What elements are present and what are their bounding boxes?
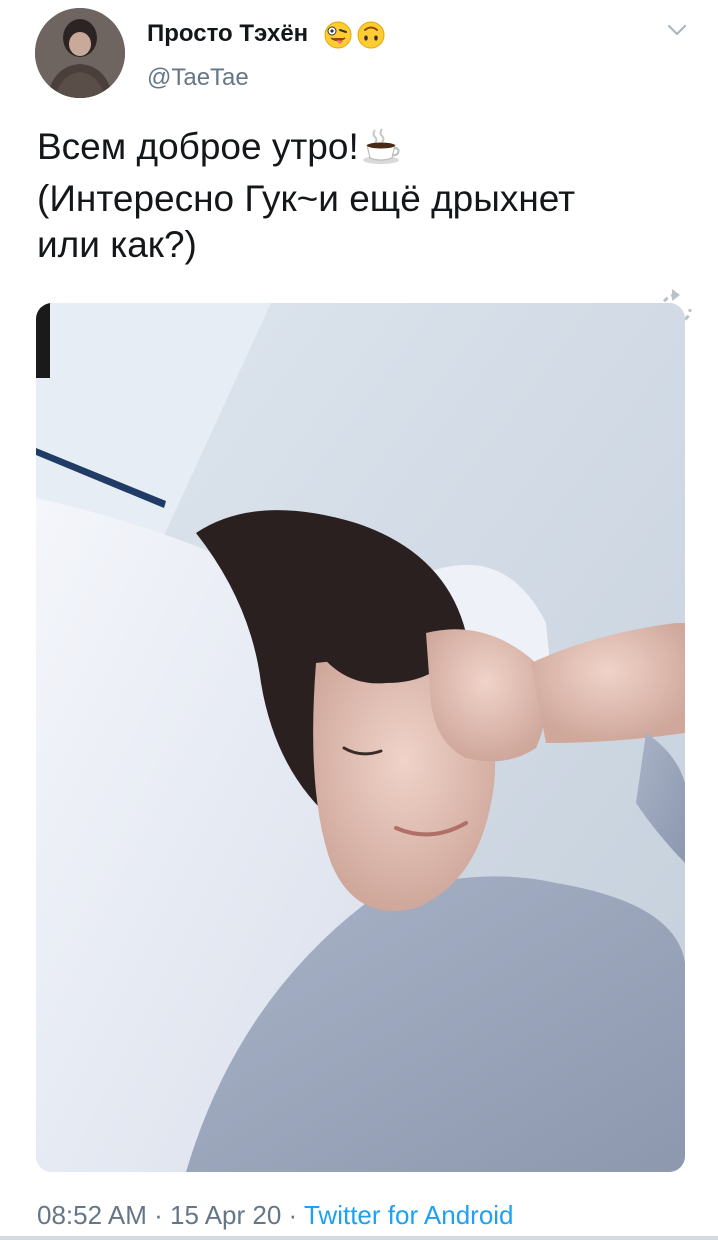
divider	[0, 1236, 718, 1240]
tweet-text: Всем доброе утро! (Интересно Гук~и ещё д…	[37, 124, 677, 268]
tweet-photo[interactable]	[36, 303, 685, 1172]
upside-down-face-emoji	[356, 20, 386, 55]
avatar[interactable]	[35, 8, 125, 98]
tweet-source-link[interactable]: Twitter for Android	[304, 1200, 514, 1230]
tweet-text-line-3: или как?)	[37, 224, 197, 265]
tweet-text-line-1: Всем доброе утро!	[37, 126, 359, 167]
meta-separator: ·	[154, 1200, 163, 1230]
chevron-down-icon[interactable]	[666, 22, 688, 38]
zany-face-emoji	[323, 20, 353, 55]
tweet-card: Просто Тэхён @TaeTae Всем доброе утро! (…	[0, 0, 718, 1240]
tweet-text-line-2: (Интересно Гук~и ещё дрыхнет	[37, 178, 576, 219]
user-handle[interactable]: @TaeTae	[147, 64, 249, 92]
tweet-time: 08:52 AM	[37, 1200, 147, 1230]
tweet-meta: 08:52 AM · 15 Apr 20 · Twitter for Andro…	[37, 1200, 514, 1231]
display-name[interactable]: Просто Тэхён	[147, 20, 308, 48]
meta-separator: ·	[288, 1200, 298, 1230]
hot-beverage-emoji	[361, 127, 401, 176]
tweet-date: 15 Apr 20	[170, 1200, 282, 1230]
